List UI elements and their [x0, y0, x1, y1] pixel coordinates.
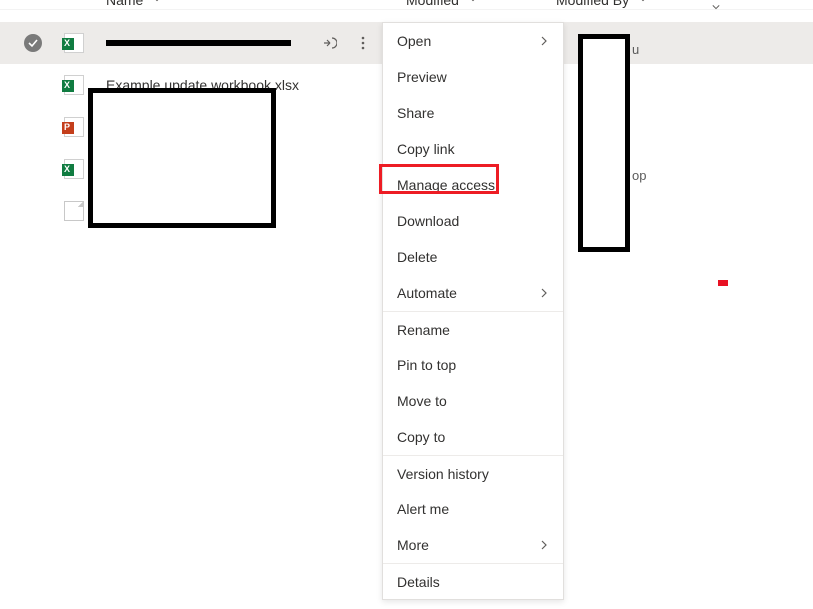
menu-item-pin-to-top[interactable]: Pin to top: [383, 347, 563, 383]
column-header-row: Name Modified Modified By + Add column: [0, 0, 813, 10]
menu-item-manage-access[interactable]: Manage access: [383, 167, 563, 203]
column-header-modified-by-label: Modified By: [556, 0, 629, 8]
generic-file-icon: [64, 201, 84, 221]
menu-item-label: Copy link: [397, 141, 455, 157]
powerpoint-file-icon: [64, 117, 84, 137]
row-actions: [320, 34, 372, 52]
menu-item-label: Move to: [397, 393, 447, 409]
context-menu: Open Preview Share Copy link Manage acce…: [382, 22, 564, 600]
chevron-right-icon: [539, 537, 549, 553]
column-header-modified-label: Modified: [406, 0, 459, 8]
menu-item-label: Copy to: [397, 429, 445, 445]
column-header-modified[interactable]: Modified: [406, 0, 477, 8]
menu-item-open[interactable]: Open: [383, 23, 563, 59]
menu-item-move-to[interactable]: Move to: [383, 383, 563, 419]
redaction-box: [88, 88, 276, 228]
menu-item-label: Delete: [397, 249, 437, 265]
chevron-right-icon: [539, 33, 549, 49]
menu-item-details[interactable]: Details: [383, 563, 563, 599]
excel-file-icon: [64, 75, 84, 95]
menu-item-label: Version history: [397, 466, 489, 482]
excel-file-icon: [64, 159, 84, 179]
chevron-right-icon: [539, 285, 549, 301]
column-header-name-label: Name: [106, 0, 143, 8]
menu-item-copy-link[interactable]: Copy link: [383, 131, 563, 167]
menu-item-alert-me[interactable]: Alert me: [383, 491, 563, 527]
file-name[interactable]: Dropdown with Search.xlsx: [106, 40, 291, 46]
red-marker: [718, 280, 728, 286]
menu-item-label: Pin to top: [397, 357, 456, 373]
menu-item-version-history[interactable]: Version history: [383, 455, 563, 491]
menu-item-share[interactable]: Share: [383, 95, 563, 131]
menu-item-label: Open: [397, 33, 431, 49]
modified-by-fragment: op: [632, 168, 646, 183]
menu-item-preview[interactable]: Preview: [383, 59, 563, 95]
menu-item-label: More: [397, 537, 429, 553]
menu-item-label: Automate: [397, 285, 457, 301]
menu-item-automate[interactable]: Automate: [383, 275, 563, 311]
menu-item-label: Manage access: [397, 177, 495, 193]
menu-item-label: Preview: [397, 69, 447, 85]
share-icon[interactable]: [320, 34, 338, 52]
menu-item-label: Share: [397, 105, 434, 121]
excel-file-icon: [64, 33, 84, 53]
menu-item-more[interactable]: More: [383, 527, 563, 563]
menu-item-delete[interactable]: Delete: [383, 239, 563, 275]
menu-item-label: Details: [397, 574, 440, 590]
menu-item-rename[interactable]: Rename: [383, 311, 563, 347]
menu-item-label: Download: [397, 213, 459, 229]
chevron-down-icon: [712, 0, 720, 6]
modified-by-fragment: u: [632, 42, 639, 57]
column-header-name[interactable]: Name: [106, 0, 161, 8]
column-header-modified-by[interactable]: Modified By: [556, 0, 647, 8]
menu-item-label: Rename: [397, 322, 450, 338]
menu-item-download[interactable]: Download: [383, 203, 563, 239]
menu-item-label: Alert me: [397, 501, 449, 517]
column-header-add-column[interactable]: + Add column: [706, 0, 813, 16]
menu-item-copy-to[interactable]: Copy to: [383, 419, 563, 455]
redaction-box: [578, 34, 630, 252]
row-selected-check-icon[interactable]: [24, 34, 42, 52]
more-actions-icon[interactable]: [354, 34, 372, 52]
